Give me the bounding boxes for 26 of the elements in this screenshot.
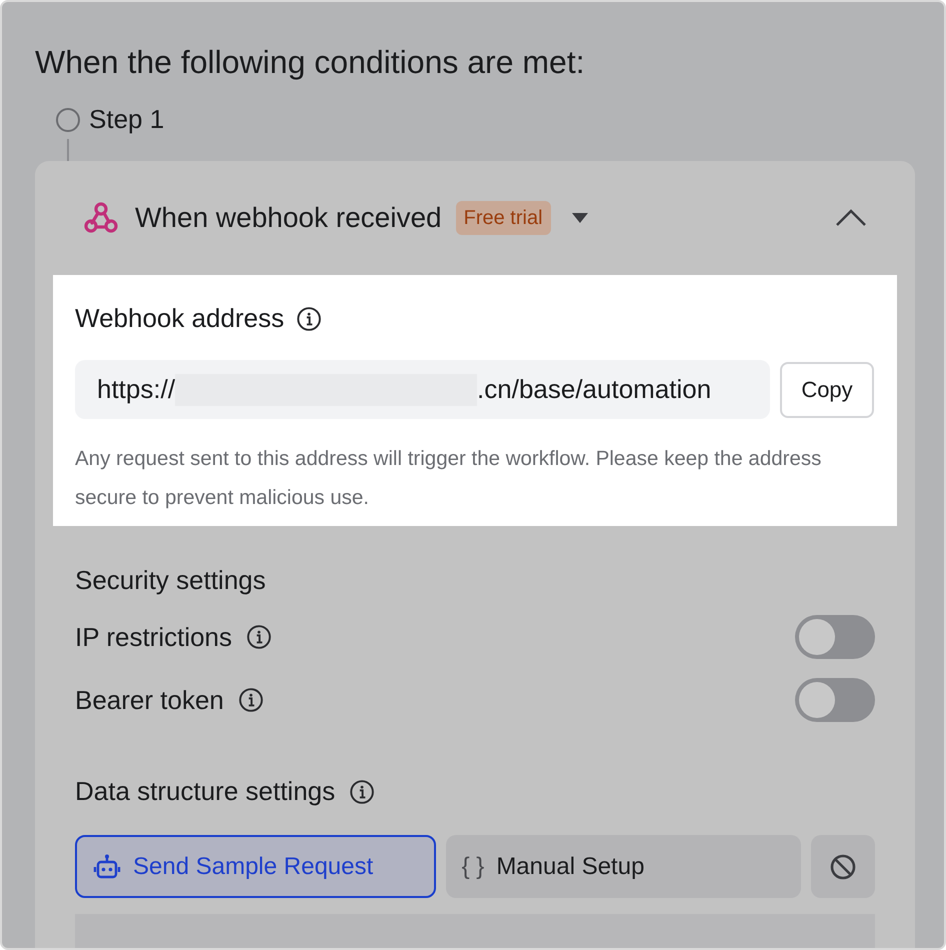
- info-icon[interactable]: [296, 306, 322, 332]
- toggle-switch[interactable]: [795, 678, 875, 722]
- step-connector-line: [67, 139, 69, 161]
- toggle-switch[interactable]: [795, 615, 875, 659]
- no-structure-tab[interactable]: [811, 835, 875, 898]
- manual-setup-tab[interactable]: { } Manual Setup: [446, 835, 802, 898]
- step-label: Step 1: [89, 103, 164, 136]
- info-icon[interactable]: [246, 624, 272, 650]
- field-label: Webhook address: [75, 302, 284, 335]
- section-title: Security settings: [75, 564, 266, 596]
- info-icon[interactable]: [238, 687, 264, 713]
- collapse-chevron-icon[interactable]: [835, 209, 867, 227]
- page-heading: When the following conditions are met:: [35, 43, 585, 82]
- robot-icon: [93, 852, 121, 880]
- setting-label: Bearer token: [75, 684, 224, 716]
- copy-button[interactable]: Copy: [780, 362, 874, 418]
- send-sample-request-tab[interactable]: Send Sample Request: [75, 835, 436, 898]
- setting-label: IP restrictions: [75, 620, 232, 654]
- trigger-title: When webhook received: [135, 201, 442, 235]
- dropdown-caret-icon[interactable]: [570, 212, 589, 224]
- info-icon[interactable]: [349, 778, 376, 804]
- free-trial-badge: Free trial: [456, 201, 551, 235]
- webhook-description: Any request sent to this address will trigger the workflow. Please keep the address secure to prevent malicious use.: [75, 446, 822, 511]
- prohibited-icon: [829, 852, 858, 880]
- section-title: Data structure settings: [75, 775, 336, 808]
- webhook-url-field[interactable]: https:// .cn/base/automation: [75, 360, 770, 419]
